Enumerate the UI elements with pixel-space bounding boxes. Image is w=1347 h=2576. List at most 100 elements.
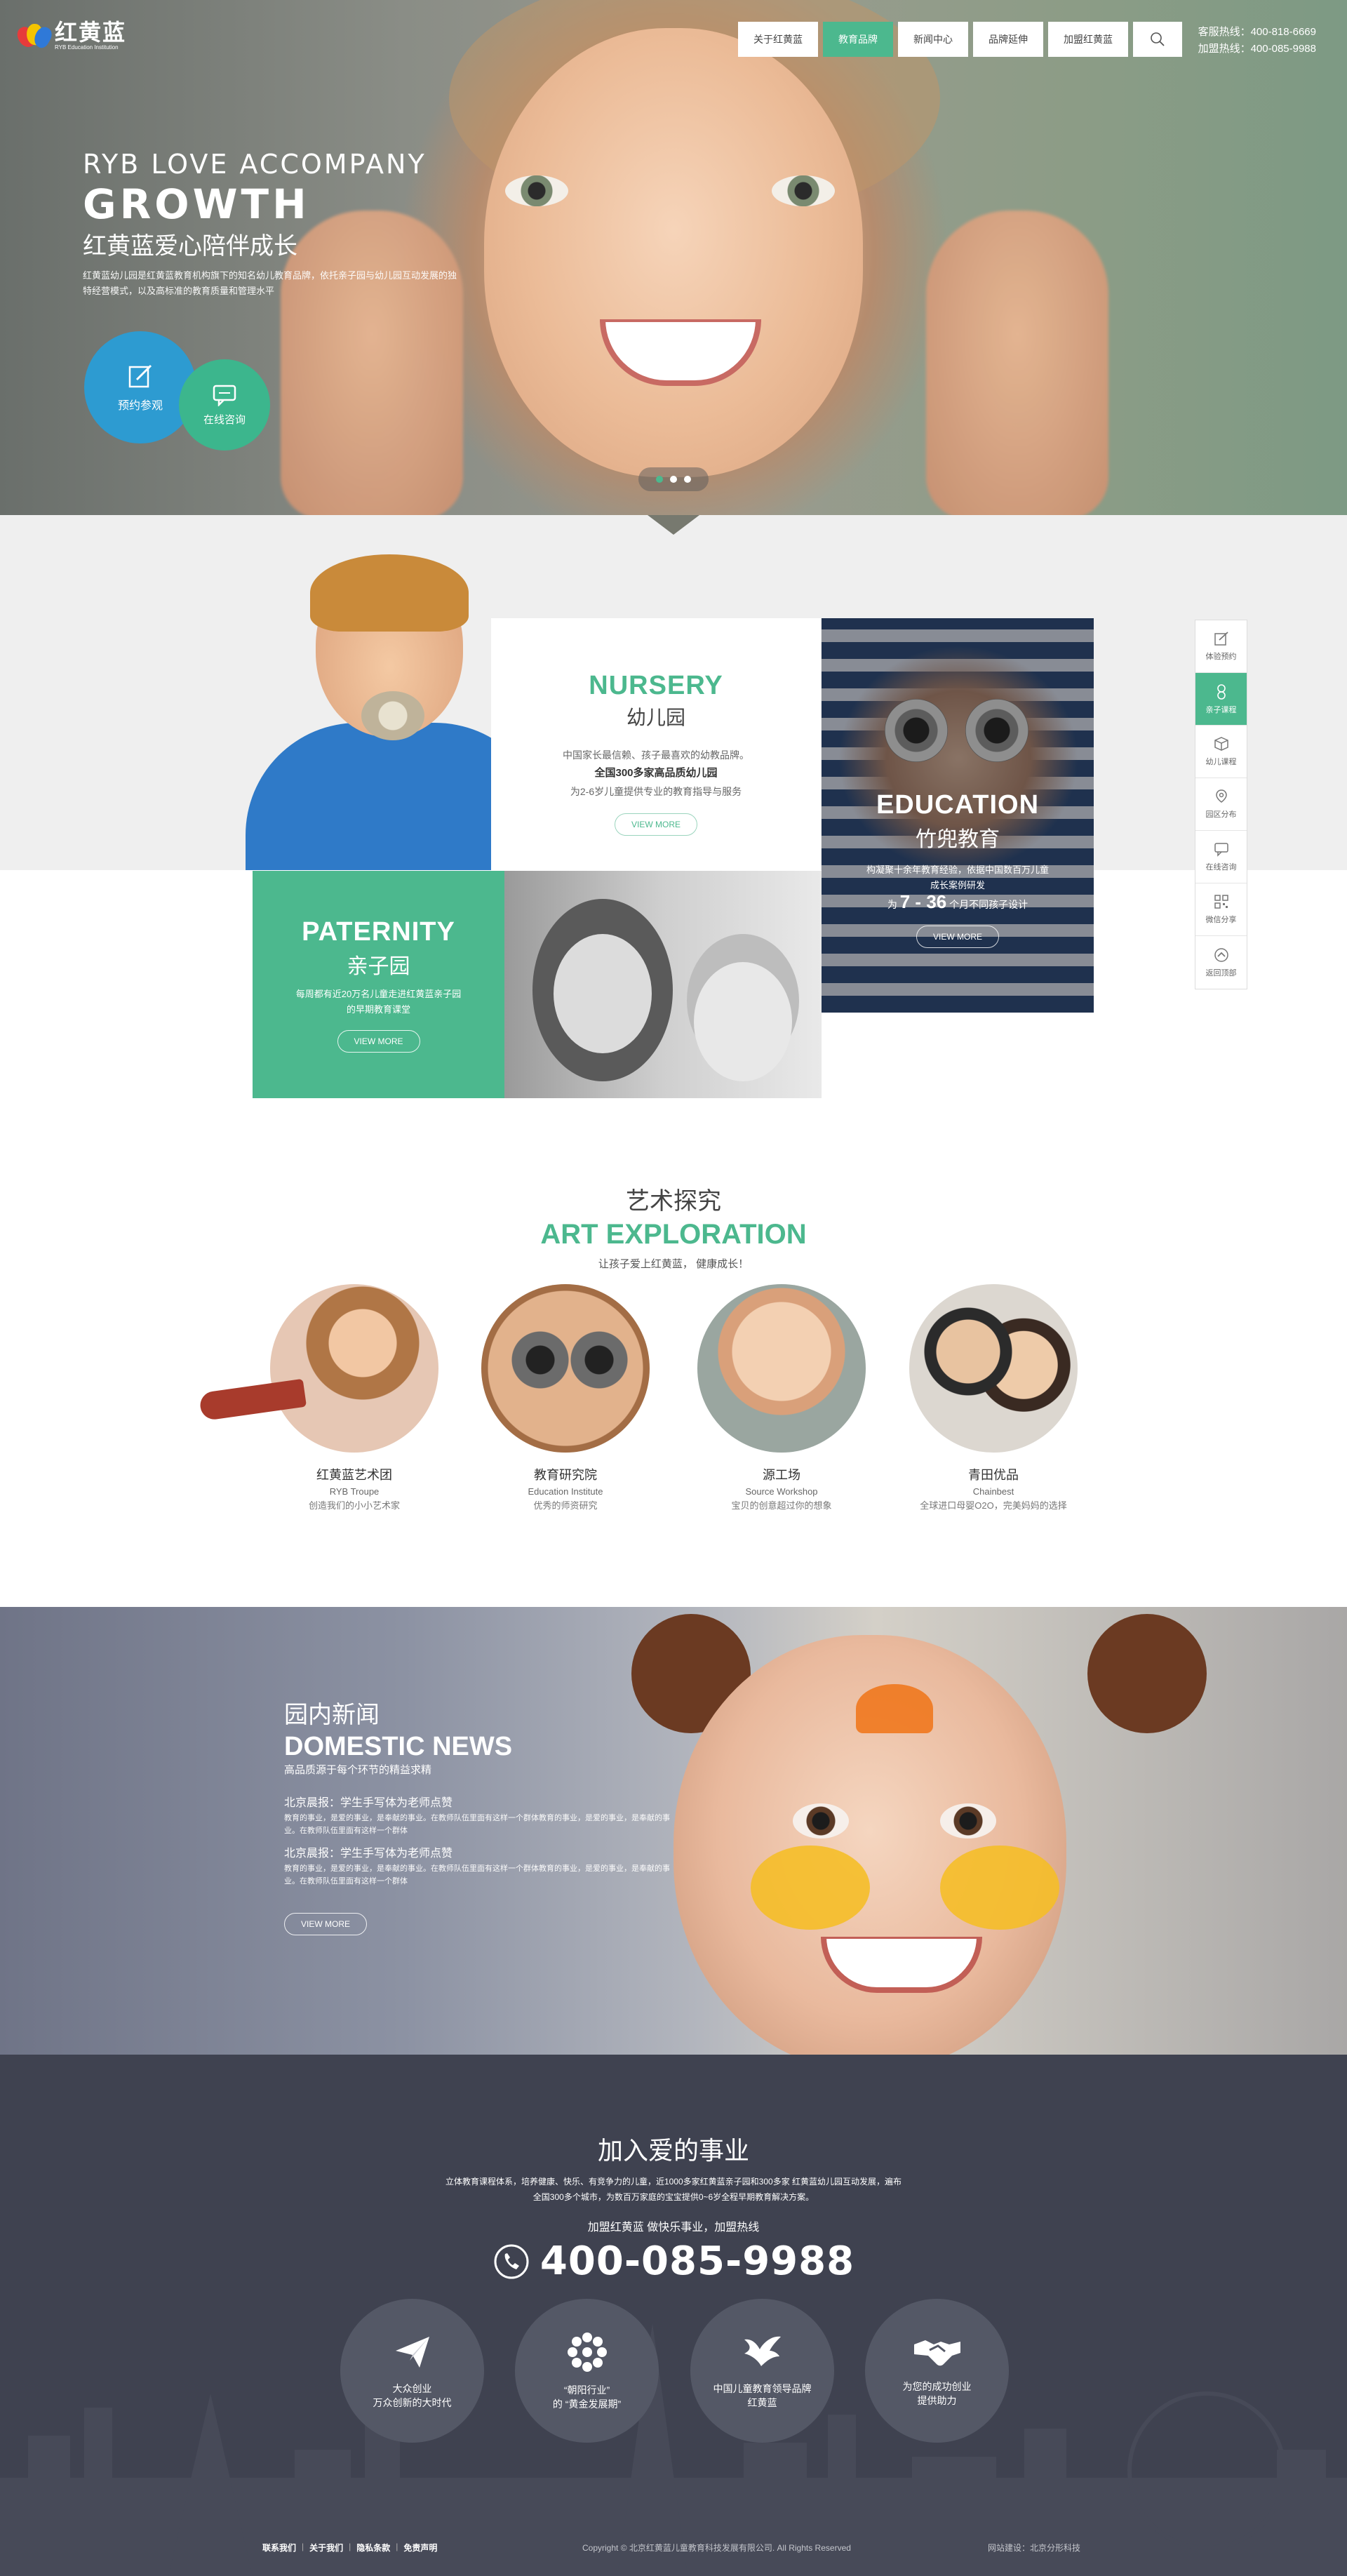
hero-photo-thumb-right	[926, 211, 1108, 515]
news-photo-eye	[940, 1803, 996, 1838]
footer-link-about[interactable]: 关于我们	[309, 2542, 343, 2554]
art-item-photo	[270, 1284, 438, 1453]
slider-dot[interactable]	[684, 476, 691, 483]
news-item-body: 教育的事业，是爱的事业，是奉献的事业。在教师队伍里面有这样一个群体教育的事业，是…	[284, 1814, 670, 1835]
art-item-photo	[909, 1284, 1078, 1453]
nursery-text: 为2-6岁儿童提供专业的教育指导与服务	[570, 786, 742, 797]
join-feature-sunrise-industry: “朝阳行业” 的 “黄金发展期”	[515, 2299, 659, 2443]
news-content: 园内新闻 DOMESTIC NEWS 高品质源于每个环节的精益求精 北京晨报：学…	[284, 1700, 677, 1935]
join-title: 加入爱的事业	[597, 2136, 749, 2165]
join-header: 加入爱的事业 立体教育课程体系，培养健康、快乐、有竞争力的儿童，近1000多家红…	[0, 2135, 1347, 2284]
face-paint	[856, 1684, 933, 1733]
face-paint	[751, 1846, 870, 1930]
sidebar-item-campus-map[interactable]: 园区分布	[1195, 778, 1247, 831]
hotline-customer: 客服热线：400-818-6669	[1198, 26, 1316, 38]
sidebar-item-back-to-top[interactable]: 返回顶部	[1195, 936, 1247, 989]
art-item-chainbest[interactable]: 青田优品 Chainbest 全球进口母婴O2O，完美妈妈的选择	[888, 1284, 1099, 1511]
hero-en-line2: GROWTH	[83, 180, 310, 228]
hero-photo-eye	[772, 175, 835, 206]
hero-photo-face	[484, 28, 863, 477]
logo[interactable]: 红黄蓝 RYB Education Institution	[14, 17, 152, 56]
news-item-title[interactable]: 北京晨报：学生手写体为老师点赞	[284, 1846, 677, 1862]
hotline-join: 加盟热线：400-085-9988	[1198, 43, 1316, 55]
nav-item-franchise[interactable]: 加盟红黄蓝	[1048, 22, 1128, 57]
education-age-range: 7 - 36	[899, 891, 947, 912]
online-consult-label: 在线咨询	[203, 413, 246, 426]
join-phone-number: 400-085-9988	[540, 2238, 855, 2284]
logo-subtext: RYB Education Institution	[55, 44, 119, 51]
footer-link-contact[interactable]: 联系我们	[262, 2542, 296, 2554]
art-subtitle: 让孩子爱上红黄蓝， 健康成长！	[598, 1258, 749, 1270]
bird-icon	[744, 2336, 781, 2366]
search-icon	[1151, 32, 1165, 46]
city-skyline-illustration	[0, 2323, 1347, 2576]
footer-link-disclaimer[interactable]: 免责声明	[403, 2542, 437, 2554]
art-en-title: ART EXPLORATION	[540, 1219, 807, 1250]
art-item-photo	[481, 1284, 650, 1453]
visit-booking-label: 预约参观	[117, 400, 163, 412]
arrow-up-icon	[1214, 947, 1228, 962]
phone-icon	[494, 2244, 529, 2278]
baby-icon	[1217, 684, 1226, 700]
art-item-photo	[697, 1284, 866, 1453]
paternity-view-more-button[interactable]: VIEW MORE	[337, 1030, 420, 1053]
footer: 联系我们 | 关于我们 | 隐私条款 | 免责声明 Copyright © 北京红黄蓝…	[0, 2542, 1347, 2563]
slider-dots	[638, 467, 709, 491]
nav-item-extension[interactable]: 品牌延伸	[973, 22, 1043, 57]
hero-text: RYB LOVE ACCOMPANY GROWTH 红黄蓝爱心陪伴成长 红黄蓝幼…	[83, 147, 476, 299]
floating-sidebar: 体验预约 亲子课程 幼儿课程 园区分布 在线咨询 微信分享 返回顶部	[1195, 620, 1247, 989]
search-button[interactable]	[1133, 22, 1182, 57]
logo-text: 红黄蓝	[55, 20, 127, 45]
sidebar-item-online-chat[interactable]: 在线咨询	[1195, 831, 1247, 883]
cube-icon	[1214, 737, 1228, 751]
join-feature-entrepreneurship: 大众创业 万众创新的大时代	[340, 2299, 484, 2443]
nav-item-about[interactable]: 关于红黄蓝	[738, 22, 818, 57]
education-view-more-button[interactable]: VIEW MORE	[916, 926, 999, 948]
nav-item-brands[interactable]: 教育品牌	[823, 22, 893, 57]
paternity-en-title: PATERNITY	[302, 917, 455, 947]
hero-cn-title: 红黄蓝爱心陪伴成长	[83, 233, 297, 260]
sidebar-item-wechat-share[interactable]: 微信分享	[1195, 883, 1247, 936]
brand-tile-education: EDUCATION 竹兜教育 构凝聚十余年教育经验，依据中国数百万儿童成长案例研…	[822, 618, 1094, 1013]
sun-icon	[567, 2332, 607, 2372]
join-phone[interactable]: 400-085-9988	[492, 2238, 855, 2284]
slider-dot[interactable]	[670, 476, 677, 483]
hero-en-line1: RYB LOVE ACCOMPANY	[83, 149, 427, 180]
map-pin-icon	[1215, 789, 1227, 803]
hero-photo-eye	[505, 175, 568, 206]
art-cn-title: 艺术探究	[626, 1188, 721, 1215]
hotline-info: 客服热线：400-818-6669 加盟热线：400-085-9988	[1198, 24, 1316, 58]
sidebar-item-kids-course[interactable]: 幼儿课程	[1195, 726, 1247, 778]
art-section-header: 艺术探究 ART EXPLORATION 让孩子爱上红黄蓝， 健康成长！	[0, 1186, 1347, 1271]
footer-copyright: Copyright © 北京红黄蓝儿童教育科技发展有限公司. All Right…	[582, 2543, 851, 2553]
nursery-view-more-button[interactable]: VIEW MORE	[615, 813, 697, 836]
nursery-cn-title: 幼儿园	[626, 707, 685, 728]
join-slogan: 加盟红黄蓝 做快乐事业，加盟热线	[587, 2222, 760, 2234]
online-consult-button[interactable]: 在线咨询	[179, 359, 270, 451]
brand-tile-nursery: NURSERY 幼儿园 中国家长最信赖、孩子最喜欢的幼教品牌。 全国300多家高…	[491, 618, 821, 871]
join-feature-support: 为您的成功创业 提供助力	[865, 2299, 1009, 2443]
nav-item-news[interactable]: 新闻中心	[898, 22, 968, 57]
art-item-institute[interactable]: 教育研究院 Education Institute 优秀的师资研究	[460, 1284, 671, 1511]
sidebar-item-parent-child[interactable]: 亲子课程	[1195, 673, 1247, 726]
chat-icon	[1214, 843, 1228, 857]
visit-booking-button[interactable]: 预约参观	[84, 331, 196, 443]
news-view-more-button[interactable]: VIEW MORE	[284, 1913, 367, 1935]
logo-mark-icon	[14, 22, 55, 51]
sidebar-item-booking[interactable]: 体验预约	[1195, 620, 1247, 673]
news-subtitle: 高品质源于每个环节的精益求精	[284, 1764, 432, 1776]
face-paint	[940, 1846, 1059, 1930]
paper-plane-icon	[395, 2336, 429, 2368]
education-text: 构凝聚十余年教育经验，依据中国数百万儿童成长案例研发	[866, 865, 1049, 890]
news-cn-title: 园内新闻	[284, 1702, 380, 1728]
news-item-body: 教育的事业，是爱的事业，是奉献的事业。在教师队伍里面有这样一个群体教育的事业，是…	[284, 1864, 670, 1886]
footer-built-by[interactable]: 网站建设：北京分形科技	[988, 2542, 1080, 2554]
edit-icon	[1214, 632, 1228, 646]
news-item-title[interactable]: 北京晨报：学生手写体为老师点赞	[284, 1795, 677, 1812]
paternity-text: 每周都有近20万名儿童走进红黄蓝亲子园的早期教育课堂	[295, 989, 462, 1015]
news-photo-eye	[793, 1803, 849, 1838]
hero-description: 红黄蓝幼儿园是红黄蓝教育机构旗下的知名幼儿教育品牌，依托亲子园与幼儿园互动发展的…	[83, 270, 457, 296]
footer-link-privacy[interactable]: 隐私条款	[356, 2542, 390, 2554]
art-item-workshop[interactable]: 源工场 Source Workshop 宝贝的创意超过你的想象	[676, 1284, 887, 1511]
slider-dot[interactable]	[656, 476, 663, 483]
